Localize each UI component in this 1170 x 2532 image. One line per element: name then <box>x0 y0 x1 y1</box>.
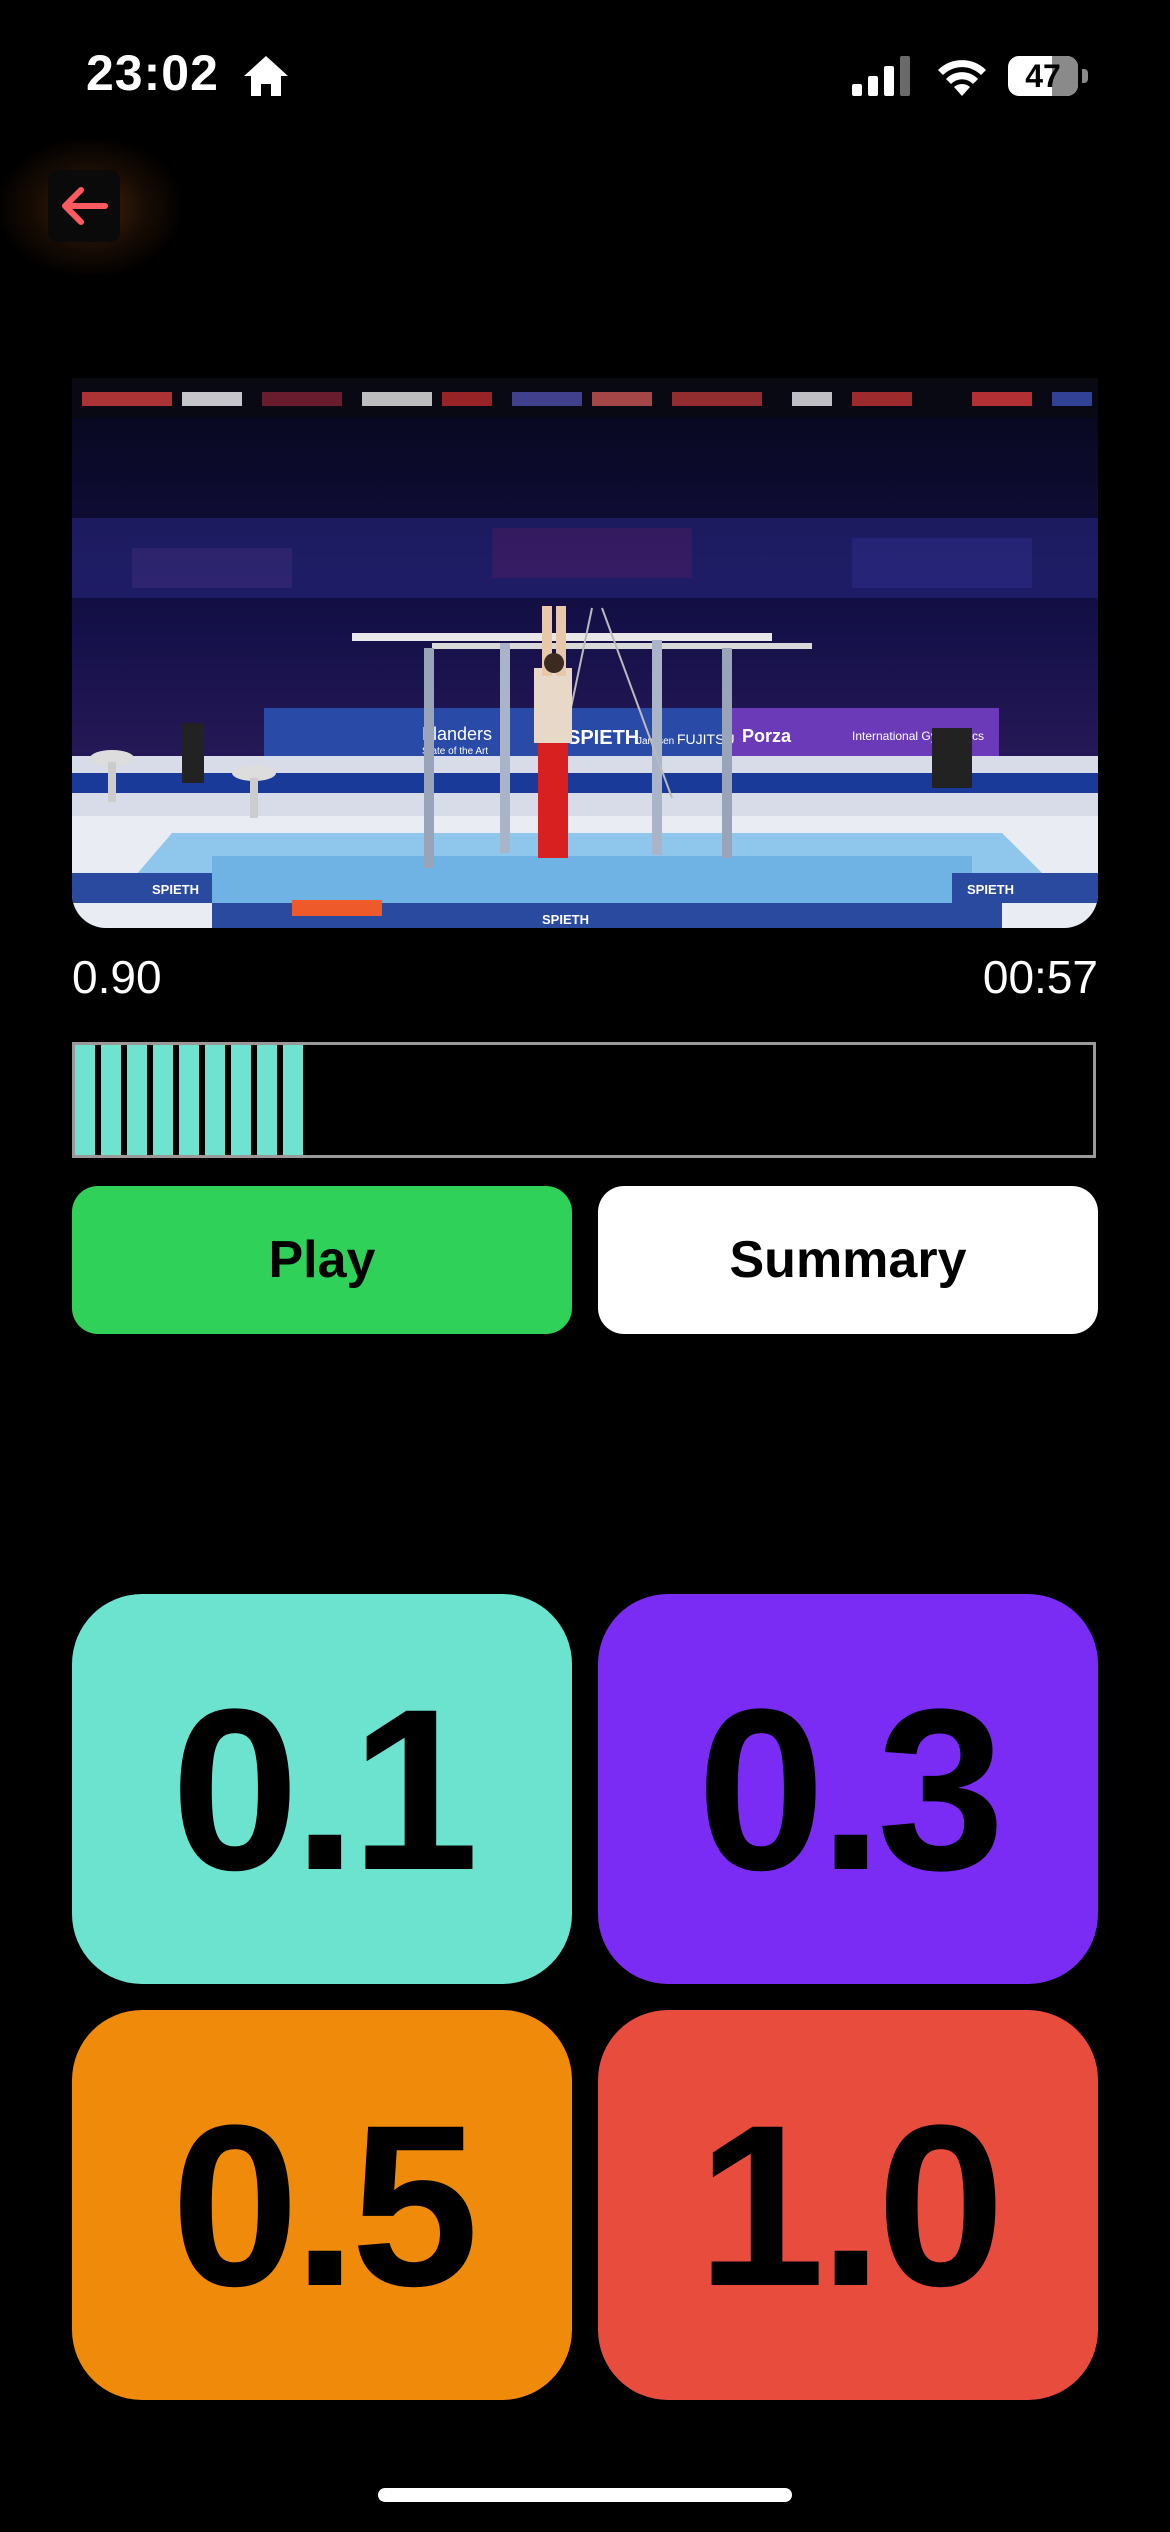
banner-text-porza: Porza <box>742 726 792 746</box>
status-time: 23:02 <box>86 45 219 101</box>
mat-text-left: SPIETH <box>152 882 199 897</box>
elapsed-time: 00:57 <box>982 951 1098 1003</box>
status-bar: 23:02 47 <box>0 0 1170 150</box>
deduction-label: 1.0 <box>697 2076 1005 2334</box>
battery-icon: 47 <box>1008 56 1090 96</box>
video-player[interactable]: Flanders State of the Art SPIETH Janssen… <box>72 378 1098 928</box>
progress-bar[interactable] <box>72 1042 1096 1158</box>
current-score: 0.90 <box>72 951 162 1003</box>
deduction-label: 0.3 <box>697 1660 1005 1918</box>
video-frame: Flanders State of the Art SPIETH Janssen… <box>72 378 1098 928</box>
deduction-label: 0.5 <box>171 2076 479 2334</box>
home-indicator[interactable] <box>378 2488 792 2502</box>
deduction-label: 0.1 <box>171 1660 479 1918</box>
home-icon <box>244 56 288 96</box>
back-button[interactable] <box>48 170 120 242</box>
summary-button[interactable]: Summary <box>598 1186 1098 1334</box>
deduction-1-0-button[interactable]: 1.0 <box>598 2010 1098 2400</box>
battery-level: 47 <box>1025 58 1061 94</box>
wifi-icon <box>938 60 986 96</box>
mat-text-right: SPIETH <box>967 882 1014 897</box>
banner-text-spieth: SPIETH <box>567 727 639 749</box>
deduction-0-3-button[interactable]: 0.3 <box>598 1594 1098 1984</box>
arrow-left-icon <box>62 187 108 225</box>
mat-text-center: SPIETH <box>542 912 589 927</box>
deduction-0-5-button[interactable]: 0.5 <box>72 2010 572 2400</box>
play-button[interactable]: Play <box>72 1186 572 1334</box>
deduction-0-1-button[interactable]: 0.1 <box>72 1594 572 1984</box>
progress-fill <box>75 1045 310 1155</box>
signal-icon <box>852 56 910 96</box>
